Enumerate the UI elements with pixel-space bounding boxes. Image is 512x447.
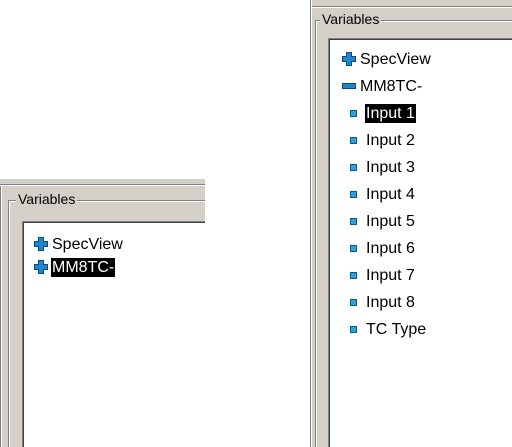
tree-node-label: SpecView <box>52 235 123 253</box>
panel-left-highlight <box>1 186 2 447</box>
tree-child-input-3[interactable]: Input 3 <box>349 157 416 177</box>
tree-child-input-2[interactable]: Input 2 <box>349 130 416 150</box>
variables-group-title: Variables <box>320 11 382 27</box>
tree-child-label: Input 8 <box>366 293 415 311</box>
panel-top-edge <box>0 178 205 186</box>
tree-child-label: Input 5 <box>366 212 415 230</box>
tree-child-input-6[interactable]: Input 6 <box>349 238 416 258</box>
tree-child-label: Input 6 <box>366 239 415 257</box>
variables-tree[interactable]: SpecView MM8TC- Input 1 Input 2 Input 3 <box>328 38 512 447</box>
leaf-bullet-icon <box>350 244 357 252</box>
leaf-bullet-icon <box>350 271 357 279</box>
tree-child-label: Input 3 <box>366 158 415 176</box>
collapsed-variables-panel: Variables SpecView MM8TC- <box>0 178 205 447</box>
expand-plus-icon[interactable] <box>33 259 49 275</box>
tree-child-label: Input 2 <box>366 131 415 149</box>
leaf-bullet-icon <box>350 163 357 171</box>
tree-child-input-5[interactable]: Input 5 <box>349 211 416 231</box>
tree-child-label: Input 4 <box>366 185 415 203</box>
tree-node-mm8tc[interactable]: MM8TC- <box>33 257 116 277</box>
tree-child-input-7[interactable]: Input 7 <box>349 265 416 285</box>
collapse-minus-icon[interactable] <box>341 78 357 94</box>
leaf-bullet-icon <box>350 136 357 144</box>
tree-child-input-4[interactable]: Input 4 <box>349 184 416 204</box>
leaf-bullet-icon <box>350 325 357 333</box>
panel-left-highlight <box>311 0 312 447</box>
leaf-bullet-icon <box>350 109 357 117</box>
tree-node-specview[interactable]: SpecView <box>341 49 432 69</box>
tree-child-label: Input 7 <box>366 266 415 284</box>
tree-node-specview[interactable]: SpecView <box>33 234 124 254</box>
tree-child-label: TC Type <box>366 320 427 338</box>
tree-child-tc-type[interactable]: TC Type <box>349 319 427 339</box>
tree-child-input-8[interactable]: Input 8 <box>349 292 416 312</box>
tree-node-label: MM8TC- <box>360 77 423 95</box>
tree-node-label-selected: MM8TC- <box>51 257 116 277</box>
expand-plus-icon[interactable] <box>33 236 49 252</box>
tree-node-mm8tc[interactable]: MM8TC- <box>341 76 423 96</box>
tree-node-label: SpecView <box>360 50 431 68</box>
leaf-bullet-icon <box>350 298 357 306</box>
expanded-variables-panel: Variables SpecView MM8TC- Input 1 Input … <box>310 0 512 447</box>
variables-tree[interactable]: SpecView MM8TC- <box>22 221 205 447</box>
variables-group-title: Variables <box>16 191 78 207</box>
expand-plus-icon[interactable] <box>341 51 357 67</box>
tree-child-label-selected: Input 1 <box>365 103 416 123</box>
leaf-bullet-icon <box>350 190 357 198</box>
panel-top-divider <box>312 6 512 8</box>
leaf-bullet-icon <box>350 217 357 225</box>
tree-child-input-1[interactable]: Input 1 <box>349 103 416 123</box>
